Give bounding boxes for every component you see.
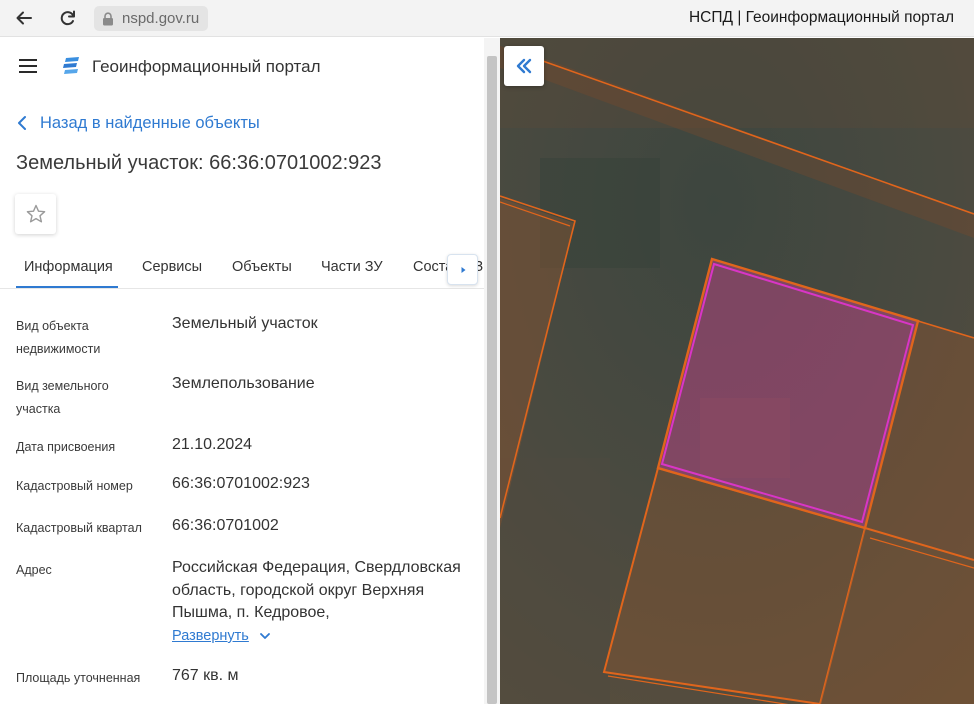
address-bar[interactable]: nspd.gov.ru (94, 6, 209, 31)
tab-objects[interactable]: Объекты (232, 259, 292, 275)
attr-label-cadastral-number: Кадастровый номер (16, 479, 133, 493)
terrain-patch (500, 458, 610, 704)
address-text: nspd.gov.ru (122, 10, 200, 27)
attr-label-object-type: Вид объекта недвижимости (16, 319, 101, 356)
attr-value-object-type: Земельный участок (172, 315, 318, 332)
tab-services[interactable]: Сервисы (142, 259, 202, 275)
add-to-favorites-button[interactable] (15, 194, 56, 234)
browser-reload-button[interactable] (53, 4, 83, 32)
attr-value-cadastral-quarter: 66:36:0701002 (172, 517, 279, 534)
object-info-panel: Геоинформационный портал Назад в найденн… (0, 38, 484, 704)
app-title: Геоинформационный портал (92, 57, 321, 76)
tabs-scroll-right-button[interactable] (447, 254, 478, 285)
active-tab-indicator (16, 286, 118, 288)
object-title: Земельный участок: 66:36:0701002:923 (16, 152, 382, 174)
panel-scrollbar[interactable] (484, 38, 500, 704)
scrollbar-thumb[interactable] (487, 56, 497, 704)
attr-value-cadastral-number: 66:36:0701002:923 (172, 475, 310, 492)
back-link-label: Назад в найденные объекты (40, 113, 260, 132)
attr-value-assign-date: 21.10.2024 (172, 436, 253, 453)
attr-label-cadastral-quarter: Кадастровый квартал (16, 521, 142, 535)
tab-parcel-parts[interactable]: Части ЗУ (321, 259, 383, 275)
app-header: Геоинформационный портал (0, 38, 484, 96)
star-outline-icon (26, 204, 45, 223)
hamburger-menu-button[interactable] (14, 54, 42, 78)
attr-label-area: Площадь уточненная (16, 671, 141, 685)
portal-logo-icon (63, 57, 79, 74)
reload-icon (60, 10, 75, 26)
map-canvas[interactable] (500, 38, 974, 704)
browser-back-button[interactable] (9, 4, 39, 32)
map-view[interactable] (500, 38, 974, 704)
arrow-left-icon (16, 11, 32, 25)
expand-address-label: Развернуть (172, 628, 249, 644)
attr-label-parcel-type: Вид земельного участка (16, 379, 109, 416)
object-tabs: Информация Сервисы Объекты Части ЗУ Сост… (0, 246, 484, 289)
expand-address-link[interactable]: Развернуть (172, 628, 271, 644)
attr-label-address: Адрес (16, 563, 52, 577)
tab-information[interactable]: Информация (24, 259, 113, 275)
double-chevron-left-icon (516, 58, 532, 74)
back-to-results-link[interactable]: Назад в найденные объекты (16, 112, 260, 134)
caret-right-icon (461, 266, 465, 273)
lock-icon (103, 11, 113, 25)
chevron-down-icon (259, 633, 270, 639)
chevron-left-icon (18, 116, 26, 130)
attr-value-address: Российская Федерация, Свердловская облас… (172, 559, 461, 621)
browser-toolbar: nspd.gov.ru НСПД | Геоинформационный пор… (0, 0, 974, 37)
browser-tab-title: НСПД | Геоинформационный портал (688, 9, 954, 26)
attr-value-area: 767 кв. м (172, 667, 239, 684)
attr-label-assign-date: Дата присвоения (16, 440, 116, 454)
collapse-panel-button[interactable] (504, 46, 544, 86)
attr-value-parcel-type: Землепользование (172, 375, 315, 392)
